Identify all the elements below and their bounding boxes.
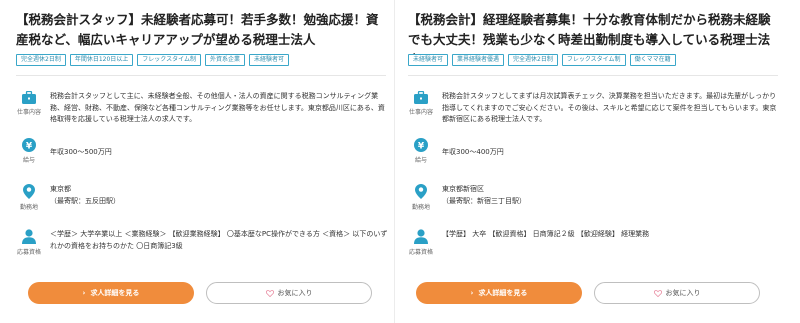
tag: フレックスタイム制 [561, 54, 626, 66]
location-station: （最寄駅：新宿三丁目駅） [442, 196, 526, 205]
qualification-caption: 応募資格 [408, 249, 433, 256]
job-description: 税務会計スタッフとして主に、未経験者全般、その他個人・法人の資産に関する税務コン… [50, 92, 385, 123]
favorite-button[interactable]: お気に入り [594, 282, 760, 304]
location-line1: 東京都新宿区 [442, 185, 484, 193]
job-title[interactable]: 【税務会計スタッフ】未経験者応募可！若手多数！勉強応援！資産税など、幅広いキャリ… [16, 10, 386, 50]
chevron-right-icon: › [470, 289, 474, 297]
job-card-2: 【税務会計】経理経験者募集！十分な教育体制だから税務未経験でも大丈夫！残業も少な… [400, 0, 788, 323]
favorite-label: お気に入り [277, 289, 313, 297]
job-card-1: 【税務会計スタッフ】未経験者応募可！若手多数！勉強応援！資産税など、幅広いキャリ… [0, 0, 388, 323]
qualification-text: 【学歴】 大卒 【歓迎資格】 日商簿記２級 【歓迎経験】 経理業務 [442, 230, 650, 238]
job-caption: 仕事内容 [408, 109, 433, 116]
tag: 年間休日120日以上 [69, 54, 134, 66]
qualification-caption: 応募資格 [16, 249, 41, 256]
location-station: （最寄駅：五反田駅） [50, 196, 120, 205]
pin-icon [415, 184, 427, 199]
view-details-label: 求人詳細を見る [90, 289, 140, 297]
tag: 働くママ在籍 [629, 54, 676, 66]
tag: 未経験者可 [249, 54, 290, 66]
view-details-button[interactable]: › 求人詳細を見る [416, 282, 582, 304]
card-divider [394, 0, 395, 323]
heart-icon [265, 289, 274, 297]
tag-list: 未経験者可 業界経験者優遇 完全週休2日制 フレックスタイム制 働くママ在籍 [408, 54, 676, 66]
salary-value: 年収300～500万円 [50, 148, 112, 156]
person-icon [414, 229, 428, 244]
heart-icon [653, 289, 662, 297]
job-description: 税務会計スタッフとしてまずは月次試算表チェック、決算業務を担当いただきます。最初… [442, 92, 777, 123]
tag: 完全週休2日制 [508, 54, 558, 66]
favorite-button[interactable]: お気に入り [206, 282, 372, 304]
tag: 業界経験者優遇 [452, 54, 505, 66]
location-line1: 東京都 [50, 185, 71, 193]
separator [408, 75, 778, 76]
location-value: 東京都新宿区 （最寄駅：新宿三丁目駅） [442, 184, 780, 207]
qualification-text: ＜学歴＞ 大学卒業以上 ＜業務経験＞ 【歓迎業務経験】 〇基本歴なPC操作ができ… [50, 230, 388, 250]
tag: フレックスタイム制 [137, 54, 201, 66]
tag: 未経験者可 [408, 54, 449, 66]
tag: 外資系企業 [204, 54, 245, 66]
separator [16, 75, 386, 76]
location-value: 東京都 （最寄駅：五反田駅） [50, 184, 388, 207]
view-details-button[interactable]: › 求人詳細を見る [28, 282, 194, 304]
svg-text:¥: ¥ [26, 141, 33, 151]
salary-caption: 給与 [414, 157, 427, 164]
chevron-right-icon: › [82, 289, 86, 297]
salary-value: 年収300～400万円 [442, 148, 504, 156]
svg-text:¥: ¥ [418, 141, 425, 151]
pin-icon [23, 184, 35, 199]
briefcase-icon [414, 91, 428, 104]
person-icon [22, 229, 36, 244]
yen-icon: ¥ [22, 138, 36, 152]
tag: 完全週休2日制 [16, 54, 66, 66]
briefcase-icon [22, 91, 36, 104]
salary-caption: 給与 [22, 157, 35, 164]
view-details-label: 求人詳細を見る [478, 289, 528, 297]
location-caption: 勤務地 [411, 204, 430, 211]
favorite-label: お気に入り [665, 289, 701, 297]
job-caption: 仕事内容 [16, 109, 41, 116]
tag-list: 完全週休2日制 年間休日120日以上 フレックスタイム制 外資系企業 未経験者可 [16, 54, 290, 66]
yen-icon: ¥ [414, 138, 428, 152]
location-caption: 勤務地 [19, 204, 38, 211]
